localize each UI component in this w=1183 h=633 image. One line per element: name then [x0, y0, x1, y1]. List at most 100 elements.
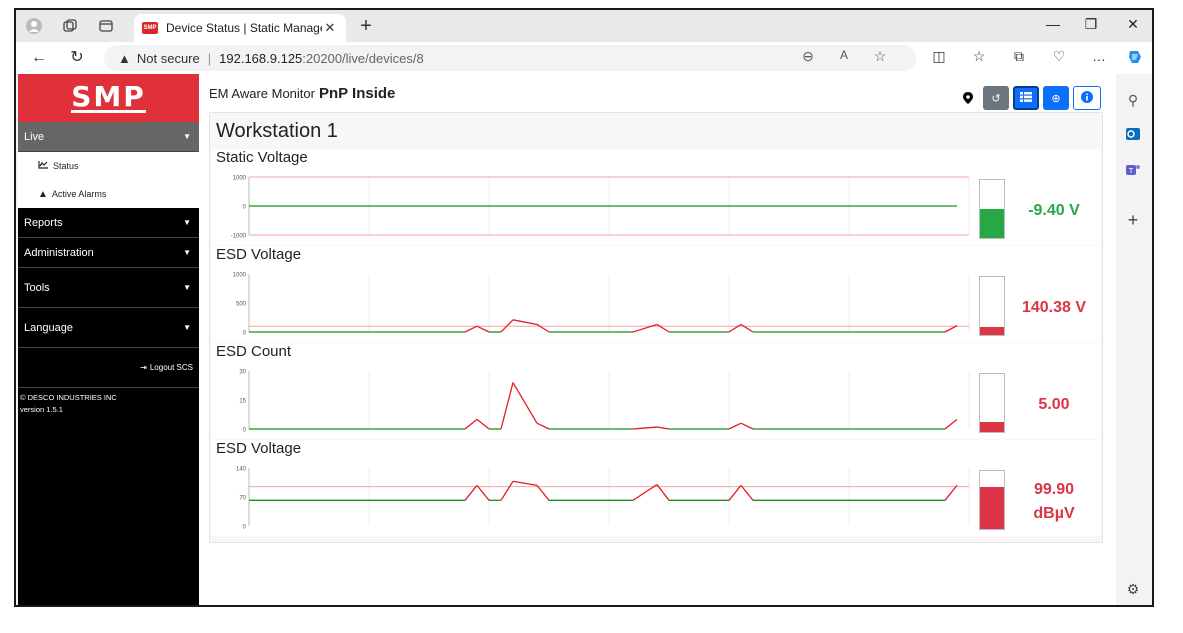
caret-down-icon: ▼ [183, 248, 191, 257]
current-reading: 5.00 [1011, 393, 1097, 417]
y-tick-label: 1000 [233, 273, 247, 279]
y-tick-label: 0 [243, 428, 247, 434]
submenu-active-alarms-label: Active Alarms [51, 189, 107, 199]
location-pin-icon[interactable] [955, 86, 981, 110]
zoom-icon[interactable]: ⊖ [798, 48, 818, 65]
close-window-icon[interactable]: ✕ [1118, 16, 1148, 33]
series-line-segment [632, 426, 658, 430]
y-tick-label: 0 [243, 331, 247, 337]
menu-reports[interactable]: Reports ▼ [18, 208, 199, 238]
menu-language[interactable]: Language ▼ [18, 308, 199, 348]
series-line-segment [500, 480, 514, 501]
y-tick-label: 70 [239, 496, 246, 502]
reading-value: 99.90 [1033, 481, 1075, 498]
refresh-icon[interactable]: ↻ [66, 48, 88, 68]
gauge-fill [980, 209, 1004, 238]
outlook-icon[interactable] [1123, 126, 1143, 146]
logout-link[interactable]: ⇥ Logout SCS [18, 348, 199, 388]
add-sidebar-app-icon[interactable]: + [1123, 210, 1143, 230]
logo-text: SMP [71, 79, 146, 113]
current-reading: -9.40 V [1011, 199, 1097, 223]
chart-svg: 140 70 0 [236, 467, 970, 531]
zoom-button[interactable]: ⊕ [1043, 86, 1069, 110]
menu-live-label: Live [24, 130, 45, 143]
series-line-segment [512, 382, 538, 424]
gauge-fill [980, 486, 1004, 529]
chart-line-icon [38, 160, 49, 172]
y-tick-label: 1000 [233, 176, 247, 182]
menu-tools-label: Tools [24, 281, 50, 294]
profile-icon[interactable] [24, 16, 44, 36]
copyright-text: © DESCO INDUSTRIES INC [20, 393, 117, 402]
series-line-segment [536, 323, 550, 333]
series-line-segment [464, 325, 478, 333]
new-tab-icon[interactable]: + [356, 15, 376, 38]
collections-icon[interactable]: ⧉ [1008, 48, 1030, 65]
series-line-segment [740, 323, 754, 333]
read-aloud-icon[interactable]: A [834, 48, 854, 62]
minimize-icon[interactable]: — [1038, 16, 1068, 32]
workstation-panel: Workstation 1 Static Voltage 1000 0 -1000 -9… [209, 112, 1103, 543]
tab-title: Device Status | Static Managemen [166, 21, 322, 35]
menu-administration-label: Administration [24, 246, 94, 259]
smp-favicon-icon: SMP [142, 22, 158, 34]
browser-window: SMP Device Status | Static Managemen ✕ +… [14, 8, 1154, 607]
series-line-segment [740, 422, 754, 430]
history-icon: ↺ [991, 92, 1001, 105]
series-line-segment [740, 484, 754, 501]
y-tick-label: 140 [236, 467, 247, 473]
smp-logo[interactable]: SMP [18, 74, 199, 122]
series-line-segment [512, 480, 538, 487]
svg-text:T: T [1128, 167, 1134, 175]
reading-value: -9.40 V [1028, 202, 1080, 219]
back-icon[interactable]: ← [28, 48, 50, 68]
favorites-icon[interactable]: ☆ [968, 48, 990, 65]
series-line-segment [944, 418, 958, 430]
level-gauge [979, 373, 1005, 433]
browser-tab[interactable]: SMP Device Status | Static Managemen ✕ [134, 14, 346, 42]
menu-live[interactable]: Live ▼ [18, 122, 199, 152]
y-tick-label: 0 [243, 525, 247, 531]
list-view-button[interactable] [1013, 86, 1039, 110]
search-icon[interactable]: ⚲ [1123, 90, 1143, 110]
teams-icon[interactable]: T [1123, 162, 1143, 182]
series-line-segment [464, 418, 478, 430]
settings-gear-icon[interactable]: ⚙ [1123, 579, 1143, 599]
url-field[interactable]: ▲ Not secure | 192.168.9.125:20200/live/… [104, 45, 916, 71]
series-line-segment [728, 484, 742, 501]
live-submenu: Status ▲ Active Alarms [18, 152, 199, 208]
browser-essentials-icon[interactable]: ♡ [1048, 48, 1070, 65]
workspaces-icon[interactable] [60, 16, 80, 36]
favorite-star-icon[interactable]: ☆ [870, 48, 890, 65]
address-bar: ← ↻ ▲ Not secure | 192.168.9.125:20200/l… [16, 42, 1152, 74]
main-content: EM Aware Monitor PnP Inside ↺ ⊕ Workstat… [199, 74, 1116, 605]
split-screen-icon[interactable]: ◫ [928, 48, 950, 65]
level-gauge [979, 276, 1005, 336]
tab-actions-icon[interactable] [96, 16, 116, 36]
series-line-segment [728, 422, 742, 430]
chart-block: Static Voltage 1000 0 -1000 -9.40 V [211, 149, 1101, 245]
menu-tools[interactable]: Tools ▼ [18, 268, 199, 308]
history-button[interactable]: ↺ [983, 86, 1009, 110]
info-button[interactable] [1073, 86, 1101, 110]
footer-info: © DESCO INDUSTRIES INC version 1.5.1 [18, 388, 199, 420]
close-tab-icon[interactable]: ✕ [322, 20, 338, 36]
more-options-icon[interactable]: … [1088, 48, 1110, 64]
chart-svg: 30 15 0 [239, 370, 970, 434]
menu-language-label: Language [24, 321, 73, 334]
y-tick-label: 15 [239, 399, 246, 405]
url-host: 192.168.9.125 [219, 50, 303, 66]
browser-sidebar: ⚲ T + ⚙ [1114, 74, 1152, 605]
submenu-active-alarms[interactable]: ▲ Active Alarms [18, 180, 199, 208]
series-line-segment [476, 325, 490, 333]
menu-administration[interactable]: Administration ▼ [18, 238, 199, 268]
menu-reports-label: Reports [24, 216, 63, 229]
series-line-segment [464, 484, 478, 501]
info-icon [1081, 90, 1093, 106]
restore-icon[interactable]: ❐ [1076, 16, 1106, 33]
submenu-status[interactable]: Status [18, 152, 199, 180]
copilot-icon[interactable] [1124, 48, 1146, 69]
series-line-segment [944, 484, 958, 501]
caret-down-icon: ▼ [183, 218, 191, 227]
caret-down-icon: ▼ [183, 283, 191, 292]
